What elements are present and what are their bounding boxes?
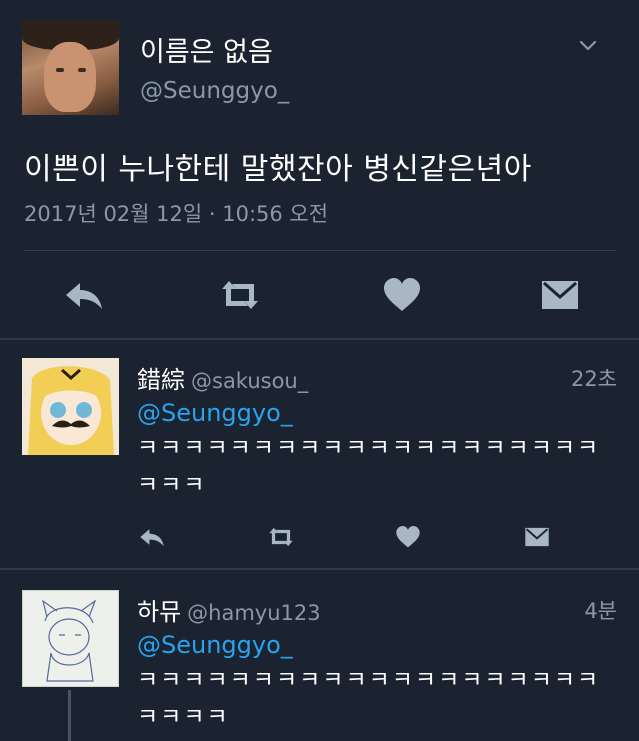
tweet-timestamp: 2017년 02월 12일 · 10:56 오전 xyxy=(24,202,329,226)
reply-header: 錯綜 @sakusou_ xyxy=(137,360,308,395)
mention-link[interactable]: @Seunggyo_ xyxy=(137,631,293,659)
reply-icon[interactable] xyxy=(62,275,106,315)
user-handle[interactable]: @hamyu123 xyxy=(187,601,320,625)
reply-time: 4분 xyxy=(584,599,617,623)
like-icon[interactable] xyxy=(393,524,423,550)
user-handle[interactable]: @Seunggyo_ xyxy=(140,78,289,104)
main-tweet: 이름은 없음 @Seunggyo_ 이쁜이 누나한테 말했잔아 병신같은년아 2… xyxy=(0,0,639,340)
retweet-icon[interactable] xyxy=(218,275,262,315)
message-icon[interactable] xyxy=(538,275,582,315)
avatar[interactable] xyxy=(22,590,119,687)
user-handle[interactable]: @sakusou_ xyxy=(191,369,308,393)
divider xyxy=(24,250,616,251)
chevron-down-icon[interactable] xyxy=(578,35,598,55)
display-name[interactable]: 이름은 없음 xyxy=(140,30,273,69)
display-name[interactable]: 錯綜 xyxy=(137,366,185,394)
retweet-icon[interactable] xyxy=(266,524,296,550)
reply-tweet[interactable]: 하뮤 @hamyu123 4분 @Seunggyo_ ㅋㅋㅋㅋㅋㅋㅋㅋㅋㅋㅋㅋㅋㅋ… xyxy=(0,570,639,741)
mention-link[interactable]: @Seunggyo_ xyxy=(137,399,293,427)
tweet-text: 이쁜이 누나한테 말했잔아 병신같은년아 xyxy=(24,152,532,187)
avatar[interactable] xyxy=(22,20,119,115)
reply-tweet[interactable]: 錯綜 @sakusou_ 22초 @Seunggyo_ ㅋㅋㅋㅋㅋㅋㅋㅋㅋㅋㅋㅋㅋ… xyxy=(0,340,639,568)
message-icon[interactable] xyxy=(522,524,552,550)
reply-text: ㅋㅋㅋㅋㅋㅋㅋㅋㅋㅋㅋㅋㅋㅋㅋㅋㅋㅋㅋㅋㅋㅋㅋ xyxy=(137,435,601,498)
reply-icon[interactable] xyxy=(137,524,167,550)
reply-time: 22초 xyxy=(570,367,617,391)
display-name[interactable]: 하뮤 xyxy=(137,598,181,626)
like-icon[interactable] xyxy=(380,275,424,315)
reply-header: 하뮤 @hamyu123 xyxy=(137,592,321,627)
thread-line xyxy=(68,690,71,741)
avatar[interactable] xyxy=(22,358,119,455)
reply-text: ㅋㅋㅋㅋㅋㅋㅋㅋㅋㅋㅋㅋㅋㅋㅋㅋㅋㅋㅋㅋㅋㅋㅋㅋ xyxy=(137,667,601,730)
